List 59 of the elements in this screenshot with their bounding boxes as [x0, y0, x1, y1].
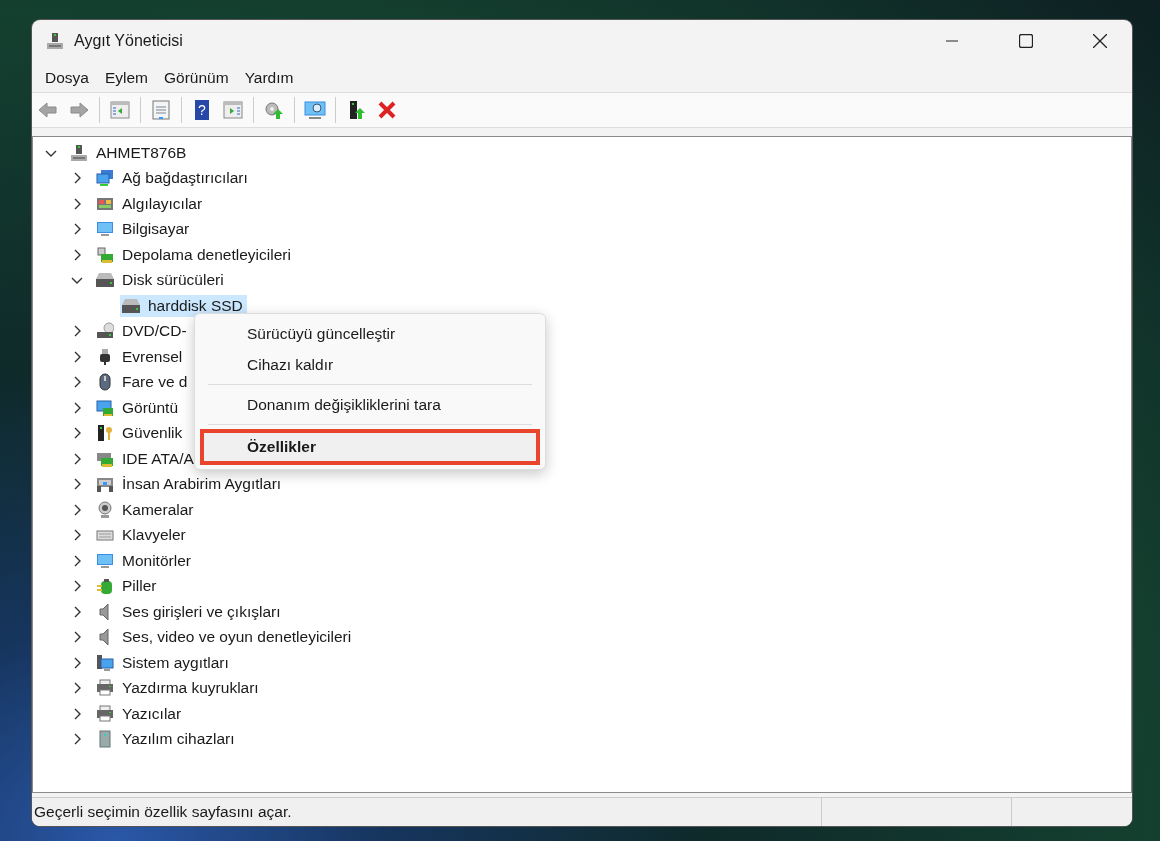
context-menu-item[interactable]: Cihazı kaldır — [198, 349, 542, 380]
minimize-icon — [946, 40, 958, 42]
tree-item[interactable]: Bilgisayar — [94, 218, 194, 241]
tree-item[interactable]: Disk sürücüleri — [94, 269, 228, 292]
tree-item[interactable]: Monitörler — [94, 549, 195, 572]
tree-item[interactable]: Ses, video ve oyun denetleyicileri — [94, 626, 356, 649]
disk-drive-icon — [122, 298, 140, 313]
mouse-icon — [96, 373, 114, 392]
battery-icon — [96, 577, 114, 596]
properties-icon[interactable] — [150, 99, 172, 121]
printer-icon — [96, 679, 114, 698]
maximize-icon — [1019, 34, 1033, 48]
tree-item[interactable]: IDE ATA/A — [94, 447, 198, 470]
monitor-icon — [96, 220, 114, 239]
tree-item[interactable]: Yazıcılar — [94, 702, 186, 725]
gamepad-icon — [96, 475, 114, 494]
tree-item[interactable]: Algılayıcılar — [94, 192, 207, 215]
tree-item[interactable]: Klavyeler — [94, 524, 190, 547]
window-title: Aygıt Yöneticisi — [74, 32, 183, 50]
tree-item[interactable]: Güvenlik — [94, 422, 187, 445]
tree-item[interactable]: harddisk SSD — [120, 294, 247, 317]
tree-item[interactable]: Fare ve d — [94, 371, 192, 394]
tree-item[interactable]: Piller — [94, 575, 161, 598]
tree-item[interactable]: DVD/CD- — [94, 320, 191, 343]
tree-item[interactable]: Yazdırma kuyrukları — [94, 677, 263, 700]
tree-item[interactable]: İnsan Arabirim Aygıtları — [94, 473, 286, 496]
tree-item[interactable]: Sistem aygıtları — [94, 651, 233, 674]
tree-item[interactable]: Görüntü — [94, 396, 182, 419]
storage-controller-icon — [96, 245, 114, 264]
close-icon — [1093, 34, 1107, 48]
disk-drive-icon — [96, 273, 114, 288]
menu-item[interactable]: Yardım — [236, 66, 302, 90]
system-devices-icon — [96, 653, 114, 672]
software-device-icon — [96, 730, 114, 749]
key-device-icon — [96, 424, 114, 443]
monitor-icon — [96, 551, 114, 570]
display-adapter-icon — [96, 398, 114, 417]
webcam-icon — [96, 500, 114, 519]
tree-item[interactable]: Yazılım cihazları — [94, 728, 239, 751]
printer-icon — [96, 704, 114, 723]
tree-item[interactable]: Depolama denetleyicileri — [94, 243, 295, 266]
optical-drive-icon — [96, 322, 114, 341]
monitor-search-icon[interactable] — [304, 99, 326, 121]
menu-item[interactable]: Görünüm — [156, 66, 237, 90]
tree-item[interactable]: Ses girişleri ve çıkışları — [94, 600, 285, 623]
context-menu-item[interactable]: Donanım değişikliklerini tara — [198, 389, 542, 420]
context-menu-item[interactable]: Özellikler — [202, 431, 538, 463]
app-icon — [46, 32, 64, 50]
uninstall-x-icon[interactable] — [376, 99, 398, 121]
computer-icon — [70, 143, 88, 162]
menu-item[interactable]: Eylem — [96, 66, 156, 90]
context-menu-item[interactable]: Sürücüyü güncelleştir — [198, 318, 542, 349]
tree-item[interactable]: Ağ bağdaştırıcıları — [94, 167, 252, 190]
tree-item[interactable]: AHMET876B — [68, 141, 191, 164]
menu-item[interactable]: Dosya — [37, 66, 97, 90]
tree-item[interactable]: Kameralar — [94, 498, 198, 521]
network-icon — [96, 169, 114, 188]
status-text: Geçerli seçimin özellik sayfasını açar. — [33, 803, 293, 821]
tree-item[interactable]: Evrensel — [94, 345, 187, 368]
